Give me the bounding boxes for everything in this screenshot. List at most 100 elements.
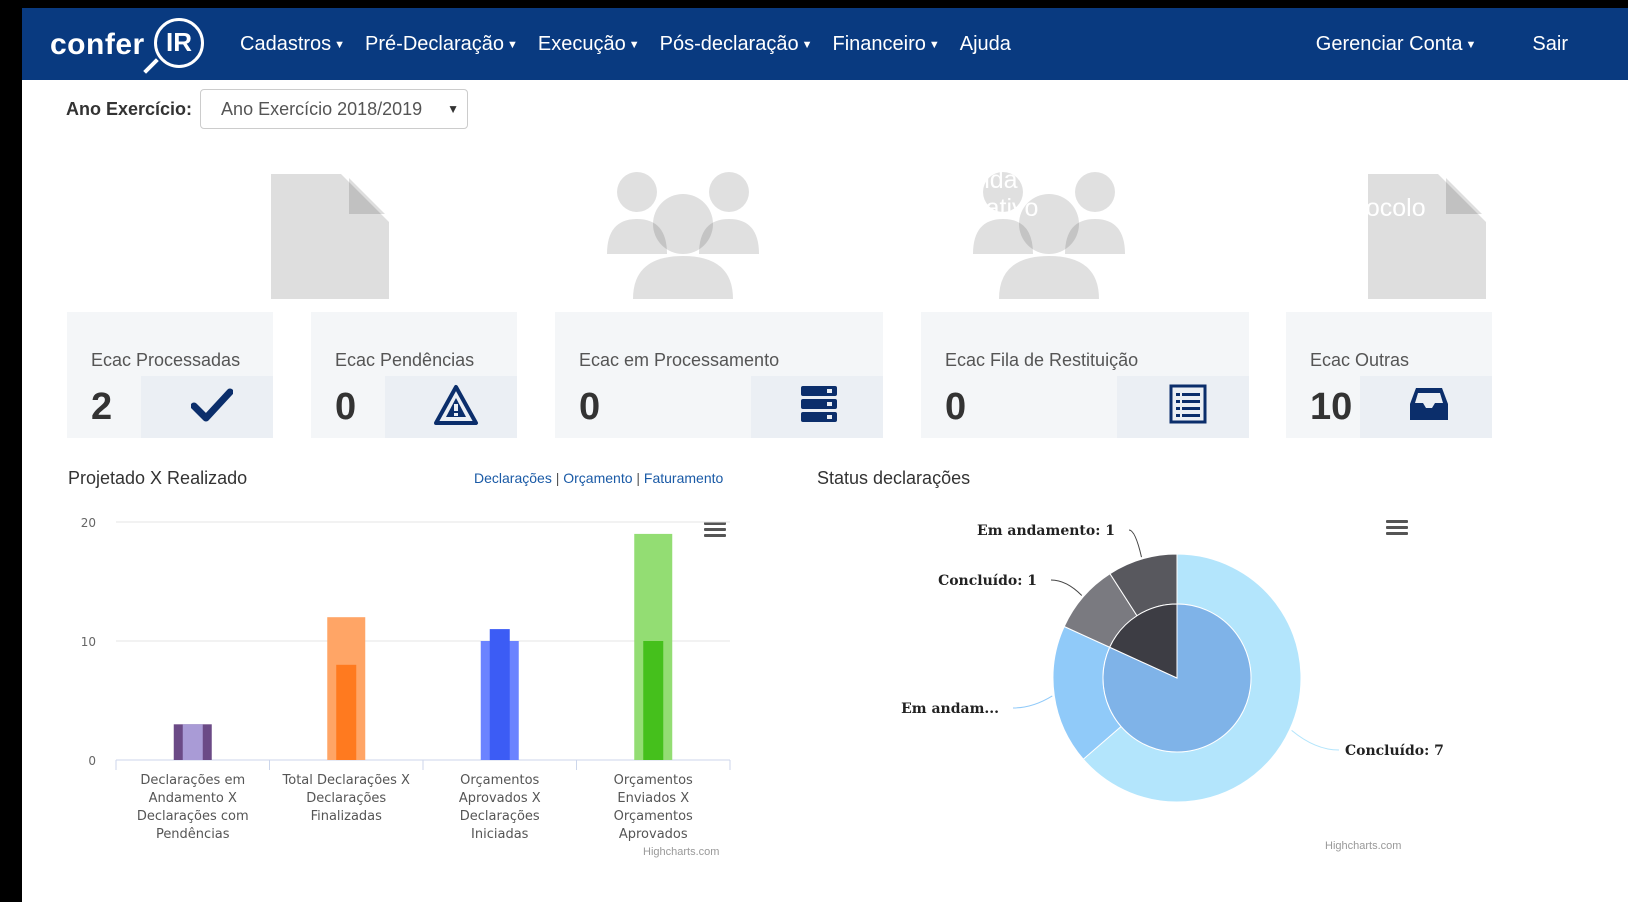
ecac-em-processamento[interactable]: Ecac em Processamento 0 (555, 312, 883, 438)
ecac-value: 0 (335, 386, 357, 428)
ecac-title: Ecac em Processamento (579, 350, 780, 370)
x-category-label: Declarações com (137, 809, 249, 824)
y-tick-label: 20 (81, 516, 96, 530)
data-label: Em andamento: 1 (977, 523, 1115, 539)
data-label: Concluído: 1 (938, 573, 1037, 589)
card-line-2019: 2019: 12 (91, 202, 214, 237)
ecac-value: 2 (91, 386, 113, 428)
card-value: 16 (457, 229, 511, 282)
year-select[interactable]: Ano Exercício 2018/2019 ▼ (200, 89, 469, 129)
inbox-icon (1410, 388, 1448, 420)
ecac-value: 0 (945, 386, 967, 428)
ecac-value: 0 (579, 386, 601, 428)
app-frame: confer IR Cadastros ▼ Pré-Declaração ▼ Execu… (22, 8, 1628, 902)
card-title: Clientes Ativos (457, 166, 548, 222)
link-orcamento[interactable]: Orçamento (563, 470, 632, 486)
data-label-connector (1128, 529, 1142, 558)
users-icon (607, 172, 759, 299)
year-row: Ano Exercício: Ano Exercício 2018/2019 ▼ (66, 88, 469, 130)
card-title: Imposto de renda com saldo negativo (823, 166, 1039, 222)
navbar: confer IR Cadastros ▼ Pré-Declaração ▼ Execu… (22, 8, 1628, 80)
x-category-label: Orçamentos (460, 773, 539, 788)
ecac-pendencias[interactable]: Ecac Pendências 0 (311, 312, 517, 438)
chart-links: Declarações | Orçamento | Faturamento (474, 470, 724, 486)
logo-magnifier-handle (143, 58, 159, 74)
bar-chart: 0 10 20 Declarações em Andamento X Declaraçõe… (81, 516, 731, 842)
ecac-title: Ecac Processadas (91, 350, 241, 370)
card-value: 2 (823, 229, 850, 282)
card-title: Declarações (91, 166, 230, 194)
card-clientes-ativos[interactable]: Clientes Ativos 16 (433, 144, 761, 299)
server-icon (801, 386, 837, 422)
y-tick-label: 10 (81, 635, 96, 649)
document-icon (271, 174, 389, 299)
link-faturamento[interactable]: Faturamento (644, 470, 723, 486)
nav-menu-item[interactable]: Financeiro ▼ (832, 33, 939, 56)
x-category-label: Aprovados X (459, 791, 541, 806)
pie-chart: Concluído: 7 Em andam... Concluído: 1 Em an… (901, 523, 1444, 803)
card-imposto-negativo[interactable]: Imposto de renda com saldo negativo 2 (799, 144, 1127, 299)
ecac-title: Ecac Outras (1310, 350, 1410, 370)
x-category-label: Aprovados (619, 827, 688, 842)
caret-down-icon: ▼ (334, 38, 346, 51)
x-category-label: Pendências (156, 827, 230, 842)
list-icon (1169, 384, 1207, 424)
nav-menu-item[interactable]: Execução ▼ (538, 33, 640, 56)
main-menu: Cadastros ▼ Pré-Declaração ▼ Execução ▼ Pós-de… (240, 8, 1031, 80)
checkmark-icon (191, 388, 233, 422)
nav-menu-label: Execução (537, 32, 626, 55)
data-label: Concluído: 7 (1345, 743, 1444, 759)
ecac-outras[interactable]: Ecac Outras 10 (1286, 312, 1492, 438)
card-title: Liberado para emissão de protocolo (1188, 166, 1426, 222)
pie-chart-title: Status declarações (817, 468, 971, 488)
manage-account-label: Gerenciar Conta (1315, 32, 1463, 55)
link-declaracoes[interactable]: Declarações (474, 470, 552, 486)
card-declaracoes[interactable]: Declarações 2019: 12 2018: 9 (67, 144, 395, 299)
nav-menu-item[interactable]: Pós-declaração ▼ (660, 33, 813, 56)
ecac-value: 10 (1310, 386, 1353, 428)
bar (643, 641, 664, 760)
nav-menu-item[interactable]: Cadastros ▼ (240, 33, 345, 56)
warning-icon (434, 385, 478, 425)
data-label-connector (1291, 729, 1340, 751)
nav-menu-label: Ajuda (959, 32, 1011, 55)
bar (182, 724, 203, 760)
logout-link[interactable]: Sair (1532, 33, 1568, 56)
logo-text: confer (50, 28, 145, 61)
x-category-label: Iniciadas (471, 827, 529, 842)
year-select-value: Ano Exercício 2018/2019 (221, 99, 423, 119)
data-label-connector (1012, 695, 1053, 709)
ecac-fila-restituicao[interactable]: Ecac Fila de Restituição 0 (921, 312, 1249, 438)
nav-menu-label: Pré-Declaração (365, 32, 504, 55)
nav-right: Gerenciar Conta ▼ Sair (1316, 8, 1628, 80)
x-category-label: Declarações (460, 809, 540, 824)
bar-chart-title: Projetado X Realizado (68, 468, 248, 488)
card-liberado-protocolo[interactable]: Liberado para emissão de protocolo 5 (1164, 144, 1492, 299)
x-category-label: Orçamentos (614, 809, 693, 824)
x-category-label: Finalizadas (311, 809, 383, 824)
x-category-label: Orçamentos (614, 773, 693, 788)
bar-chart-credits[interactable]: Highcharts.com (643, 846, 719, 858)
nav-menu-item[interactable]: Ajuda (960, 33, 1011, 56)
nav-menu-item[interactable]: Pré-Declaração ▼ (365, 33, 518, 56)
x-category-label: Andamento X (149, 791, 237, 806)
ecac-processadas[interactable]: Ecac Processadas 2 (67, 312, 273, 438)
pie-chart-credits[interactable]: Highcharts.com (1325, 840, 1401, 852)
data-label-connector (1050, 579, 1083, 596)
x-category-label: Total Declarações X (282, 773, 411, 788)
y-tick-label: 0 (88, 754, 96, 768)
logo[interactable]: confer IR (50, 14, 210, 74)
year-label: Ano Exercício: (66, 98, 193, 119)
caret-down-icon: ▼ (928, 38, 940, 51)
nav-menu-label: Financeiro (832, 32, 926, 55)
manage-account-menu[interactable]: Gerenciar Conta ▼ (1316, 33, 1477, 56)
data-label: Em andam... (901, 701, 999, 717)
x-category-label: Declarações em (140, 773, 245, 788)
x-category-label: Enviados X (617, 791, 689, 806)
x-category-label: Declarações (306, 791, 386, 806)
caret-down-icon: ▼ (1465, 38, 1477, 51)
select-arrow-icon: ▼ (447, 102, 460, 116)
caret-down-icon: ▼ (628, 38, 640, 51)
ecac-title: Ecac Pendências (335, 350, 475, 370)
nav-menu-label: Pós-declaração (659, 32, 799, 55)
